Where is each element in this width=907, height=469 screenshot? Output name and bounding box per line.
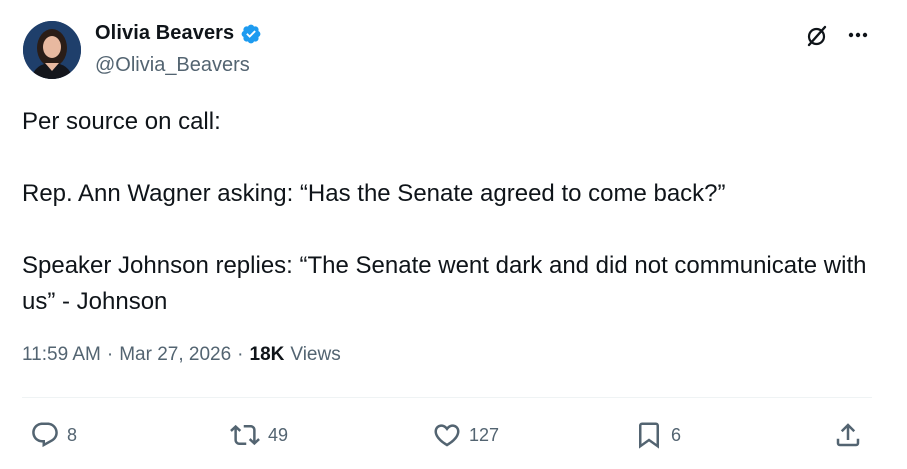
reply-button[interactable]: 8 — [30, 420, 77, 450]
tweet-line-blank — [22, 212, 882, 248]
like-button[interactable]: 127 — [432, 420, 499, 450]
tweet-line: Per source on call: — [22, 108, 221, 135]
author-handle[interactable]: @Olivia_Beavers — [95, 54, 250, 77]
share-icon — [836, 423, 860, 447]
tweet-line: Rep. Ann Wagner asking: “Has the Senate … — [22, 180, 726, 207]
bookmark-count: 6 — [671, 424, 682, 445]
action-bar: 8 49 127 6 — [0, 418, 907, 454]
avatar[interactable] — [23, 21, 81, 79]
bookmark-icon — [639, 422, 659, 449]
author-display-name[interactable]: Olivia Beavers — [95, 22, 234, 45]
reply-count: 8 — [67, 424, 78, 445]
tweet-time[interactable]: 11:59 AM — [22, 344, 101, 366]
meta-separator: · — [106, 344, 114, 365]
verified-badge-icon — [240, 23, 262, 45]
tweet-text: Per source on call: Rep. Ann Wagner aski… — [22, 104, 882, 320]
tweet-meta: 11:59 AM · Mar 27, 2026 · 18K Views — [22, 344, 341, 366]
grok-icon[interactable] — [805, 24, 829, 48]
views-count[interactable]: 18K — [250, 344, 285, 366]
repost-count: 49 — [268, 424, 289, 445]
meta-separator: · — [237, 344, 244, 365]
share-button[interactable] — [833, 420, 863, 450]
heart-icon — [434, 424, 460, 447]
more-options-icon[interactable] — [845, 22, 871, 48]
reply-icon — [32, 422, 58, 448]
tweet-line: Speaker Johnson replies: “The Senate wen… — [22, 252, 874, 315]
repost-icon — [230, 424, 260, 446]
like-count: 127 — [469, 424, 500, 445]
divider — [22, 397, 872, 398]
bookmark-button[interactable]: 6 — [634, 420, 681, 450]
tweet-date[interactable]: Mar 27, 2026 — [119, 344, 231, 366]
repost-button[interactable]: 49 — [229, 420, 288, 450]
views-label[interactable]: Views — [290, 344, 340, 366]
tweet-line-blank — [22, 140, 882, 176]
